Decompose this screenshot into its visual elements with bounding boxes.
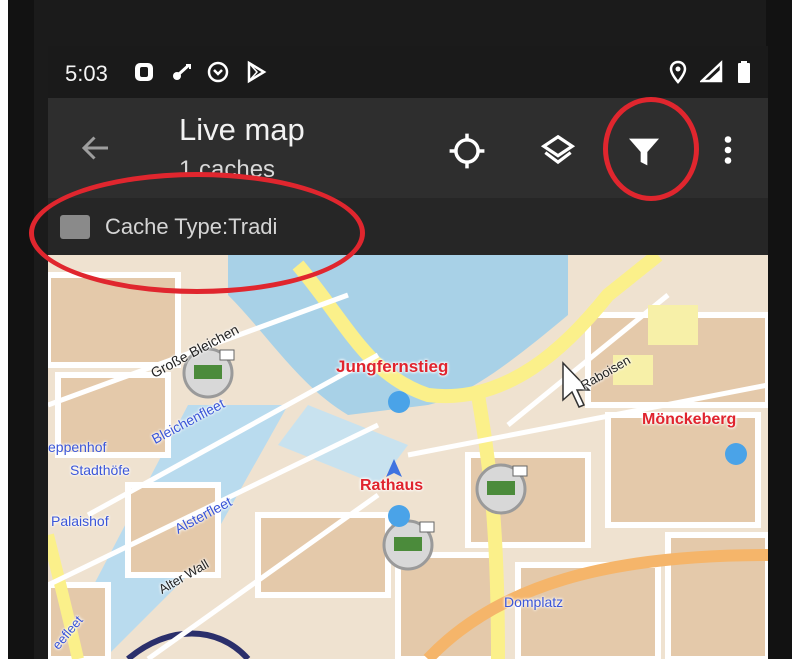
map-label-stadthoefe: Stadthöfe — [70, 462, 130, 478]
map-label-palaishof: Palaishof — [51, 513, 109, 529]
map-canvas[interactable] — [48, 255, 768, 659]
map-view[interactable]: Jungfernstieg Rathaus Mönckeberg Domplat… — [48, 255, 768, 659]
transit-icon — [725, 443, 747, 465]
play-store-icon — [247, 60, 267, 84]
vpn-key-icon — [173, 63, 191, 80]
cache-marker — [475, 463, 528, 515]
map-label-domplatz: Domplatz — [504, 594, 564, 610]
signal-icon — [700, 60, 723, 83]
message-badge-icon — [135, 63, 153, 81]
arrow-left-icon[interactable] — [78, 130, 114, 166]
more-vert-icon[interactable] — [710, 130, 746, 170]
map-label-jungfernstieg: Jungfernstieg — [336, 357, 449, 376]
map-label-moenckeberg: Mönckeberg — [642, 411, 737, 428]
page-title: Live map — [179, 112, 305, 147]
transit-icon — [388, 505, 410, 527]
layers-icon[interactable] — [539, 132, 577, 170]
my-location-icon[interactable] — [448, 132, 486, 170]
phone-bezel-left — [8, 0, 34, 659]
location-icon — [669, 60, 687, 84]
map-label-rathaus: Rathaus — [360, 477, 424, 494]
status-bar: 5:03 — [48, 46, 768, 98]
status-time: 5:03 — [65, 61, 108, 86]
filter-bar-highlight-ring — [29, 172, 365, 294]
map-label-reppenhof: eppenhof — [48, 439, 107, 455]
filter-highlight-ring — [603, 97, 699, 201]
sync-icon — [207, 61, 229, 83]
transit-icon — [388, 391, 410, 413]
battery-icon — [738, 61, 750, 83]
cache-marker — [382, 519, 435, 571]
phone-bezel-right — [766, 0, 792, 659]
